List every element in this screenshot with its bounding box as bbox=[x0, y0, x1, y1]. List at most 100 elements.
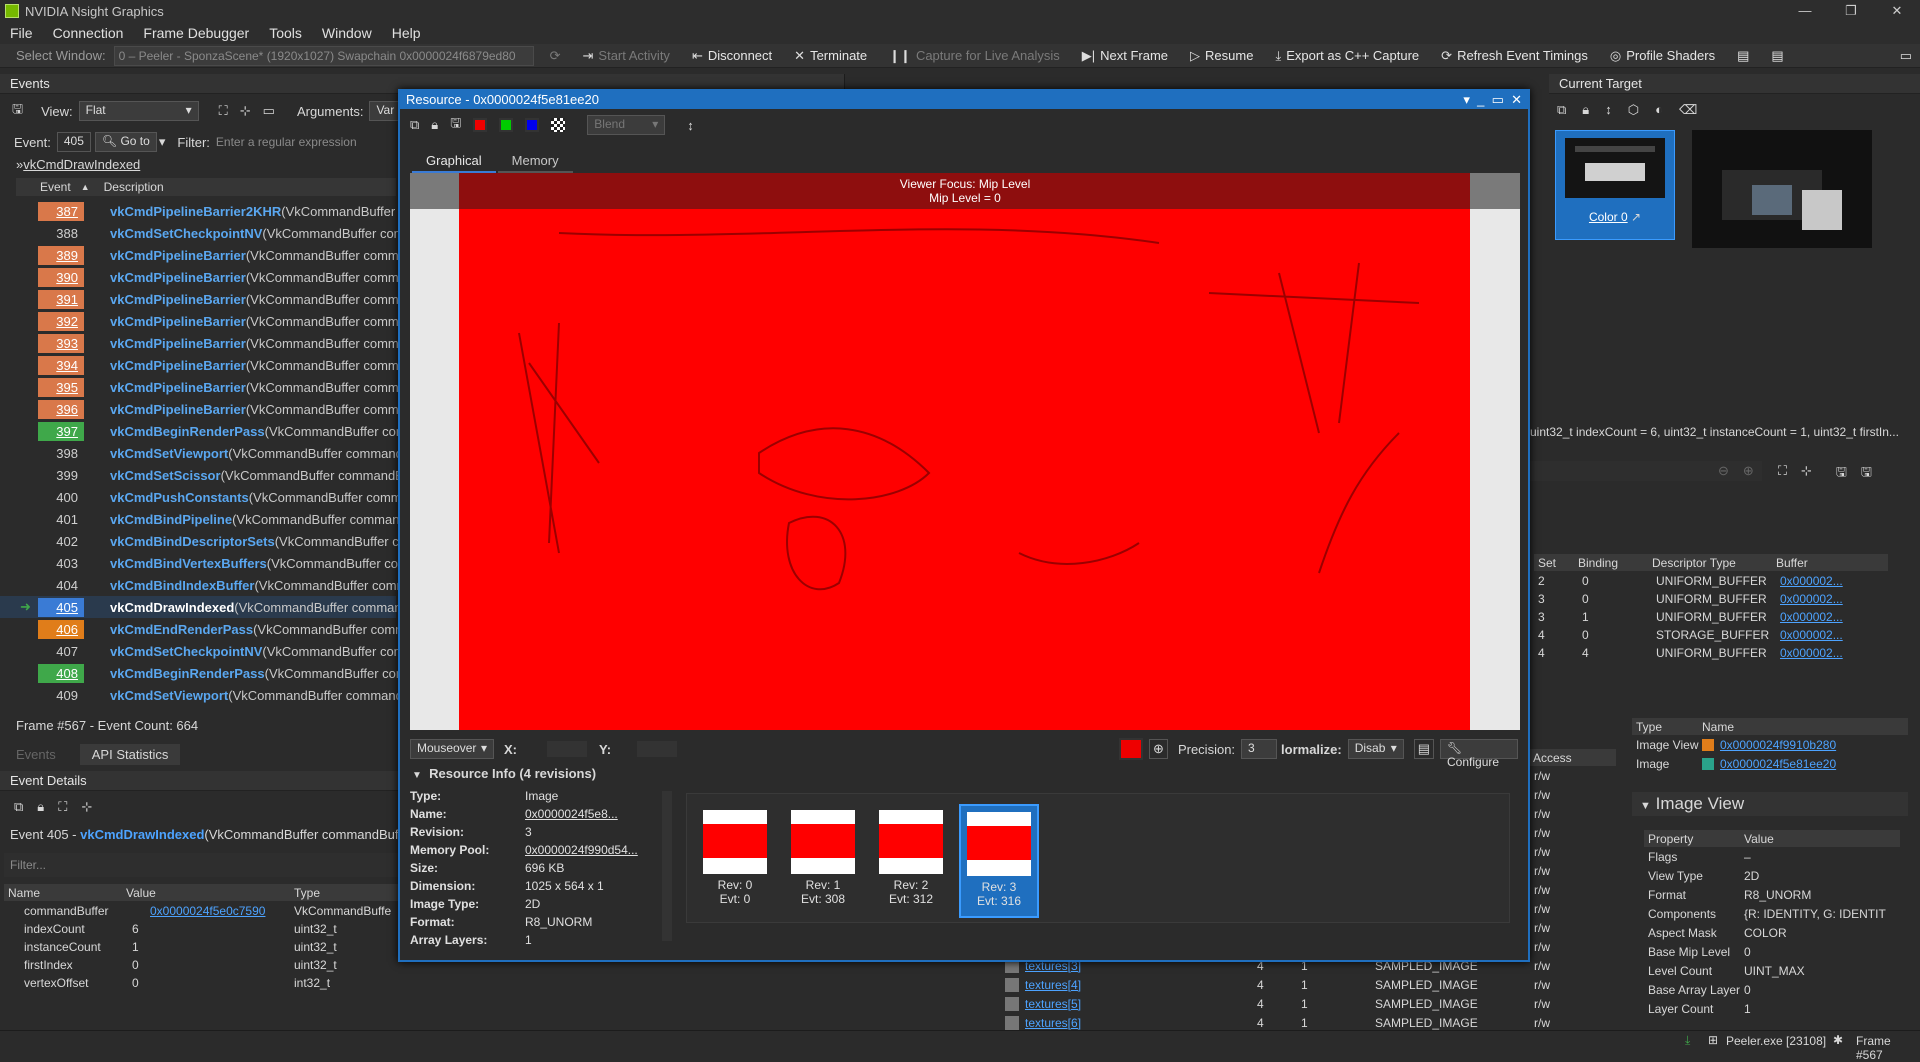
select-window-dropdown[interactable]: 0 – Peeler - SponzaScene* (1920x1027) Sw… bbox=[113, 45, 534, 66]
event-number[interactable]: 409 bbox=[38, 686, 84, 705]
goto-button[interactable]: 🔍︎ Go to bbox=[94, 132, 157, 152]
event-function[interactable]: vkCmdPipelineBarrier(VkCommandBuffer com… bbox=[110, 292, 406, 307]
event-number[interactable]: 395 bbox=[38, 377, 84, 397]
table-row[interactable]: 391 vkCmdPipelineBarrier(VkCommandBuffer … bbox=[0, 288, 406, 310]
table-row[interactable]: 400 vkCmdPushConstants(VkCommandBuffer co… bbox=[0, 486, 401, 508]
table-row[interactable]: 402 vkCmdBindDescriptorSets(VkCommandBuff… bbox=[0, 530, 406, 552]
event-function[interactable]: vkCmdBindIndexBuffer(VkCommandBuffer com… bbox=[110, 578, 407, 593]
info-value[interactable]: 0x0000024f5e8... bbox=[525, 807, 618, 825]
back-icon[interactable]: ⊖ bbox=[1718, 463, 1729, 485]
event-function[interactable]: vkCmdSetCheckpointNV(VkCommandBuffer com bbox=[110, 226, 405, 241]
col-access[interactable]: Access bbox=[1530, 749, 1616, 766]
expand-icon[interactable]: ⛶ bbox=[219, 103, 228, 119]
resource-info-header[interactable]: ▼ Resource Info (4 revisions) bbox=[412, 766, 596, 781]
collapse-all-icon[interactable]: ⊹ bbox=[81, 799, 92, 815]
event-number[interactable]: 396 bbox=[38, 399, 84, 419]
binding-row[interactable]: 2 0 UNIFORM_BUFFER 0x000002... bbox=[1534, 572, 1888, 590]
binding-buf[interactable]: 0x000002... bbox=[1776, 610, 1843, 624]
event-number[interactable]: 405 bbox=[38, 597, 84, 617]
table-row[interactable]: 394 vkCmdPipelineBarrier(VkCommandBuffer … bbox=[0, 354, 406, 376]
texture-row[interactable]: textures[5] 4 1 SAMPLED_IMAGE bbox=[1005, 995, 1525, 1013]
revision-thumbnail[interactable]: Rev: 1 Evt: 308 bbox=[783, 804, 863, 918]
table-row[interactable]: 403 vkCmdBindVertexBuffers(VkCommandBuffe… bbox=[0, 552, 409, 574]
binding-buf[interactable]: 0x000002... bbox=[1776, 628, 1843, 642]
event-number[interactable]: 397 bbox=[38, 421, 84, 441]
breadcrumb-link[interactable]: vkCmdDrawIndexed bbox=[23, 157, 140, 172]
red-channel-toggle[interactable] bbox=[473, 118, 488, 132]
event-function[interactable]: vkCmdBindVertexBuffers(VkCommandBuffer c… bbox=[110, 556, 409, 571]
col-type-tn[interactable]: Type bbox=[1632, 720, 1702, 734]
event-number[interactable]: 407 bbox=[38, 642, 84, 661]
histogram-icon[interactable]: ▤ bbox=[1413, 739, 1435, 759]
tn-name[interactable]: 0x0000024f9910b280 bbox=[1720, 738, 1836, 752]
save-all-icon[interactable]: 🖫 bbox=[1861, 463, 1872, 485]
menu-tools[interactable]: Tools bbox=[269, 25, 302, 41]
forward-icon[interactable]: ⊕ bbox=[1743, 463, 1754, 485]
table-row[interactable]: 409 vkCmdSetViewport(VkCommandBuffer comm… bbox=[0, 684, 403, 706]
event-number[interactable]: 392 bbox=[38, 311, 84, 331]
cube-icon[interactable]: ⬡ bbox=[1628, 102, 1639, 118]
event-number[interactable]: 402 bbox=[38, 532, 84, 551]
binding-row[interactable]: 3 1 UNIFORM_BUFFER 0x000002... bbox=[1534, 608, 1888, 626]
event-function[interactable]: vkCmdBeginRenderPass(VkCommandBuffer com bbox=[110, 666, 407, 681]
event-number[interactable]: 388 bbox=[38, 224, 84, 243]
col-buffer[interactable]: Buffer bbox=[1776, 556, 1808, 570]
precision-spinbox[interactable]: 3 bbox=[1241, 739, 1278, 759]
close-icon[interactable]: ✕ bbox=[1874, 0, 1920, 22]
refresh-icon[interactable]: ⟳ bbox=[550, 48, 561, 64]
resume-button[interactable]: ▷ Resume bbox=[1190, 48, 1253, 64]
event-number[interactable]: 399 bbox=[38, 466, 84, 485]
collapse-icon[interactable]: ⊹ bbox=[240, 103, 251, 119]
chat-icon[interactable]: ▭ bbox=[1900, 48, 1912, 64]
table-row[interactable]: 406 vkCmdEndRenderPass(VkCommandBuffer co… bbox=[0, 618, 406, 640]
col-name[interactable]: Name bbox=[4, 886, 122, 900]
event-number-input[interactable]: 405 bbox=[56, 132, 91, 152]
blue-channel-toggle[interactable] bbox=[525, 118, 540, 132]
table-row[interactable]: ➜ 405 vkCmdDrawIndexed(VkCommandBuffer com… bbox=[0, 596, 402, 618]
event-function[interactable]: vkCmdPushConstants(VkCommandBuffer comm bbox=[110, 490, 402, 505]
table-row[interactable]: 398 vkCmdSetViewport(VkCommandBuffer comm… bbox=[0, 442, 403, 464]
col-description[interactable]: Description bbox=[104, 180, 164, 194]
copy-resource-icon[interactable]: ⧉ bbox=[410, 117, 419, 133]
table-row[interactable]: 404 vkCmdBindIndexBuffer(VkCommandBuffer … bbox=[0, 574, 407, 596]
event-function[interactable]: vkCmdPipelineBarrier(VkCommandBuffer com… bbox=[110, 314, 406, 329]
export-cpp-button[interactable]: ⤓ Export as C++ Capture bbox=[1275, 48, 1419, 64]
event-function[interactable]: vkCmdBindPipeline(VkCommandBuffer comman… bbox=[110, 512, 407, 527]
info-scrollbar[interactable] bbox=[662, 791, 672, 941]
profile-shaders-button[interactable]: ◎ Profile Shaders bbox=[1610, 48, 1715, 64]
revision-thumbnail[interactable]: Rev: 2 Evt: 312 bbox=[871, 804, 951, 918]
goto-chevron-icon[interactable]: ▾ bbox=[159, 134, 166, 150]
refresh-timings-button[interactable]: ⟳ Refresh Event Timings bbox=[1441, 48, 1588, 64]
event-function[interactable]: vkCmdPipelineBarrier(VkCommandBuffer com… bbox=[110, 248, 406, 263]
menu-window[interactable]: Window bbox=[322, 25, 372, 41]
table-row[interactable]: 407 vkCmdSetCheckpointNV(VkCommandBuffer … bbox=[0, 640, 404, 662]
event-function[interactable]: vkCmdPipelineBarrier(VkCommandBuffer com… bbox=[110, 336, 406, 351]
event-number[interactable]: 408 bbox=[38, 663, 84, 683]
crosshair-icon[interactable]: ⊕ bbox=[1149, 739, 1168, 759]
configure-button[interactable]: 🔧︎ Configure bbox=[1440, 739, 1519, 769]
arguments-dropdown[interactable]: Var bbox=[369, 101, 400, 121]
disconnect-button[interactable]: ⇤ Disconnect bbox=[692, 48, 772, 64]
event-function[interactable]: vkCmdPipelineBarrier(VkCommandBuffer com… bbox=[110, 402, 406, 417]
event-number[interactable]: 404 bbox=[38, 576, 84, 595]
save-resource-icon[interactable]: 🖫 bbox=[450, 114, 461, 136]
event-number[interactable]: 406 bbox=[38, 619, 84, 639]
binding-row[interactable]: 3 0 UNIFORM_BUFFER 0x000002... bbox=[1534, 590, 1888, 608]
tab-memory[interactable]: Memory bbox=[497, 150, 573, 174]
details-filter-input[interactable]: Filter... bbox=[4, 853, 398, 877]
collapse-inspector-icon[interactable]: ⊹ bbox=[1801, 463, 1812, 485]
ruler-icon[interactable]: ▭ bbox=[263, 103, 275, 119]
table-row[interactable]: 393 vkCmdPipelineBarrier(VkCommandBuffer … bbox=[0, 332, 406, 354]
event-number[interactable]: 393 bbox=[38, 333, 84, 353]
alpha-channel-toggle[interactable] bbox=[551, 118, 566, 132]
event-number[interactable]: 394 bbox=[38, 355, 84, 375]
lock-resource-icon[interactable]: 🔒︎ bbox=[431, 117, 438, 133]
menu-chevron-icon[interactable]: ▾ bbox=[1463, 92, 1470, 107]
revision-thumbnail[interactable]: Rev: 3 Evt: 316 bbox=[959, 804, 1039, 918]
green-channel-toggle[interactable] bbox=[499, 118, 514, 132]
blend-dropdown[interactable]: Blend ▾ bbox=[587, 115, 666, 135]
tn-name[interactable]: 0x0000024f5e81ee20 bbox=[1720, 757, 1836, 771]
vertical-flip-icon[interactable]: ↕ bbox=[687, 118, 694, 133]
texture-row[interactable]: textures[4] 4 1 SAMPLED_IMAGE bbox=[1005, 976, 1525, 994]
color-swatch[interactable] bbox=[1119, 738, 1144, 760]
